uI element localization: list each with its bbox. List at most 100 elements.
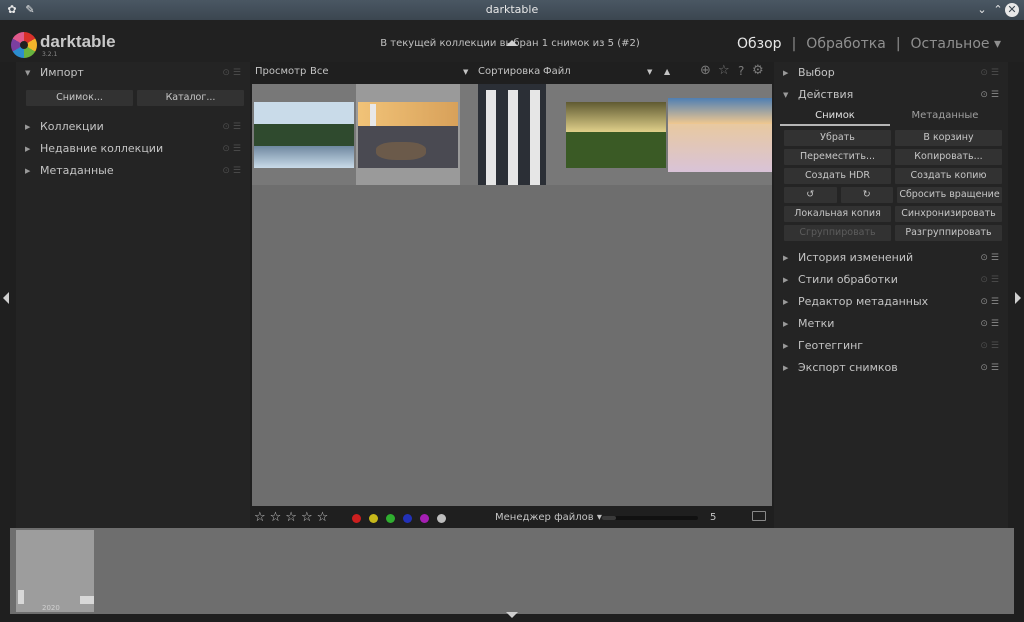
gear-icon[interactable]: ⚙ [752,63,764,78]
ungroup-button[interactable]: Разгруппировать [895,225,1002,241]
import-image-button[interactable]: Снимок... [26,90,133,106]
reset-presets-icons[interactable]: ⊙☰ [980,62,1002,84]
collapse-right-arrow-icon[interactable] [1015,292,1021,304]
color-label-purple[interactable] [420,514,429,523]
collapsed-triangle-icon: ▶ [25,167,31,175]
action-row: Сгруппировать Разгруппировать [774,225,1008,241]
section-label: Действия [798,88,854,101]
thumbnail[interactable] [564,84,668,185]
trash-button[interactable]: В корзину [895,130,1002,146]
sort-select[interactable]: Файл [543,66,571,77]
dropdown-arrow-icon[interactable]: ▼ [647,68,652,76]
view-switcher: Обзор | Обработка | Остальное ▾ [732,36,1006,52]
import-section-header[interactable]: ▼ Импорт ⊙☰ [16,62,250,84]
collections-section-header[interactable]: ▶ Коллекции ⊙☰ [16,116,250,138]
collapsed-triangle-icon: ▶ [783,254,789,262]
timeline-strip[interactable]: 2020 [10,528,1014,614]
star-overlay-icon[interactable]: ☆ [718,63,730,78]
color-label-green[interactable] [386,514,395,523]
remove-button[interactable]: Убрать [784,130,891,146]
sort-order-arrow-icon[interactable]: ▲ [664,67,670,76]
grouping-icon[interactable]: ⊕ [700,63,711,78]
reset-presets-icons[interactable]: ⊙☰ [222,62,244,84]
sync-button[interactable]: Синхронизировать [895,206,1002,222]
rotate-cw-button[interactable]: ↻ [840,187,893,203]
reset-presets-icons[interactable]: ⊙☰ [222,116,244,138]
metadata-section-header[interactable]: ▶ Метаданные ⊙☰ [16,160,250,182]
color-label-yellow[interactable] [369,514,378,523]
view-filter-select[interactable]: Все [310,66,329,77]
reset-presets-icons[interactable]: ⊙☰ [980,291,1002,313]
copy-button[interactable]: Копировать... [895,149,1002,165]
styles-section-header[interactable]: ▶ Стили обработки ⊙☰ [774,269,1008,291]
action-row: Локальная копия Синхронизировать [774,206,1008,222]
close-icon[interactable]: ✕ [1005,3,1019,17]
reset-presets-icons[interactable]: ⊙☰ [980,269,1002,291]
geotagging-section-header[interactable]: ▶ Геотеггинг ⊙☰ [774,335,1008,357]
collapse-bottom-arrow-icon[interactable] [506,612,518,618]
import-title: Импорт [40,66,84,79]
display-profile-icon[interactable] [752,511,766,521]
tab-metadata[interactable]: Метаданные [890,108,1000,126]
reset-presets-icons[interactable]: ⊙☰ [980,313,1002,335]
expanded-triangle-icon: ▼ [783,91,789,99]
view-other[interactable]: Остальное ▾ [911,36,1001,52]
zoom-slider[interactable] [602,516,698,520]
help-icon[interactable]: ? [738,64,744,78]
tagging-section-header[interactable]: ▶ Метки ⊙☰ [774,313,1008,335]
select-section-header[interactable]: ▶ Выбор ⊙☰ [774,62,1008,84]
import-folder-button[interactable]: Каталог... [137,90,244,106]
timeline-block[interactable]: 2020 [16,530,94,612]
tab-image[interactable]: Снимок [780,108,890,126]
move-button[interactable]: Переместить... [784,149,891,165]
export-section-header[interactable]: ▶ Экспорт снимков ⊙☰ [774,357,1008,379]
thumbnail[interactable] [668,84,772,185]
action-row: Создать HDR Создать копию [774,168,1008,184]
dropdown-arrow-icon[interactable]: ▼ [463,68,468,76]
group-button[interactable]: Сгруппировать [784,225,891,241]
photo [668,124,772,172]
photo [254,146,354,168]
thumbnail-selected[interactable] [356,84,460,185]
layout-select[interactable]: Менеджер файлов ▾ [495,512,602,523]
rating-stars[interactable]: ☆☆☆☆☆ [254,510,332,525]
zoom-value[interactable]: 5 [710,512,716,523]
actions-tabs: Снимок Метаданные [780,108,1000,126]
rotate-ccw-button[interactable]: ↺ [784,187,837,203]
duplicate-button[interactable]: Создать копию [895,168,1002,184]
history-section-header[interactable]: ▶ История изменений ⊙☰ [774,247,1008,269]
expanded-triangle-icon: ▼ [25,69,31,77]
photo [566,132,666,168]
reset-presets-icons[interactable]: ⊙☰ [980,247,1002,269]
actions-section-header[interactable]: ▼ Действия ⊙☰ [774,84,1008,106]
metadata-editor-section-header[interactable]: ▶ Редактор метаданных ⊙☰ [774,291,1008,313]
chevron-up-icon[interactable]: ⌃ [990,2,1006,18]
view-lighttable[interactable]: Обзор [737,36,782,52]
chevron-down-icon[interactable]: ⌄ [974,2,990,18]
zoom-slider-fill [602,516,617,520]
collapse-left-arrow-icon[interactable] [3,292,9,304]
reset-presets-icons[interactable]: ⊙☰ [980,335,1002,357]
action-row: Переместить... Копировать... [774,149,1008,165]
color-label-blue[interactable] [403,514,412,523]
right-panel: ▶ Выбор ⊙☰ ▼ Действия ⊙☰ Снимок Метаданн… [774,62,1008,528]
section-label: Стили обработки [798,273,898,286]
reset-presets-icons[interactable]: ⊙☰ [222,160,244,182]
collapse-top-arrow-icon[interactable] [506,40,518,46]
reset-presets-icons[interactable]: ⊙☰ [980,357,1002,379]
view-separator: | [895,36,901,52]
thumbnail[interactable] [460,84,564,185]
timeline-bar [80,596,94,604]
thumbnail-row [252,84,772,185]
reset-rotation-button[interactable]: Сбросить вращение [897,187,1002,203]
color-label-red[interactable] [352,514,361,523]
reset-presets-icons[interactable]: ⊙☰ [980,84,1002,106]
create-hdr-button[interactable]: Создать HDR [784,168,891,184]
thumbnail[interactable] [252,84,356,185]
reset-presets-icons[interactable]: ⊙☰ [222,138,244,160]
recent-collections-section-header[interactable]: ▶ Недавние коллекции ⊙☰ [16,138,250,160]
view-darkroom[interactable]: Обработка [806,36,886,52]
section-label: Геотеггинг [798,339,864,352]
color-label-clear[interactable] [437,514,446,523]
local-copy-button[interactable]: Локальная копия [784,206,891,222]
